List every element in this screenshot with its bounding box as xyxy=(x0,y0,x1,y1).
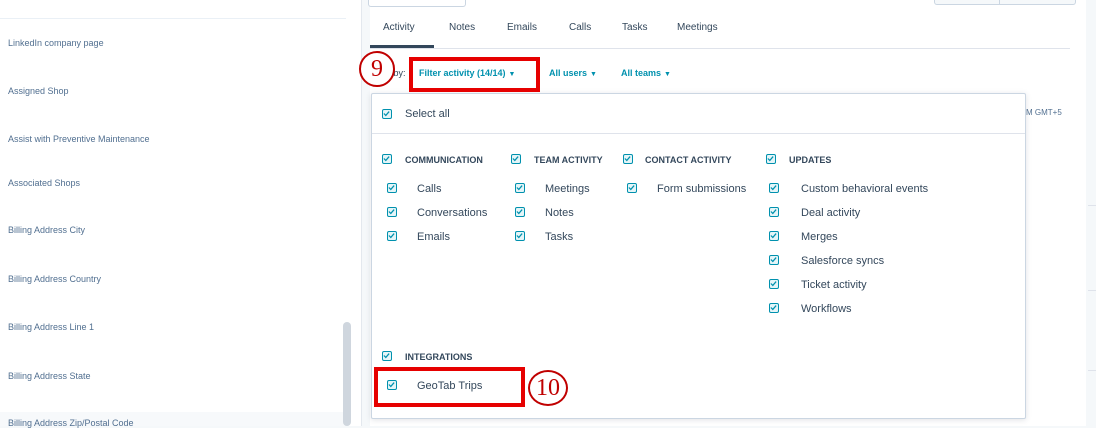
checkbox-tasks[interactable] xyxy=(515,231,525,241)
checkbox-ticket-activity[interactable] xyxy=(769,279,779,289)
checkmark-icon xyxy=(767,156,774,162)
checkbox-custom-behavioral-events[interactable] xyxy=(769,183,779,193)
top-button-group[interactable] xyxy=(934,0,1076,5)
menu-divider xyxy=(372,133,1025,134)
annotation-highlight-filter-activity xyxy=(409,57,540,92)
divider xyxy=(1088,290,1096,291)
checkbox-notes[interactable] xyxy=(515,207,525,217)
button-divider xyxy=(999,0,1000,4)
option-notes[interactable]: Notes xyxy=(545,207,574,219)
divider xyxy=(1088,370,1096,371)
option-deal-activity[interactable]: Deal activity xyxy=(801,207,860,219)
checkmark-icon xyxy=(770,257,777,263)
checkmark-icon xyxy=(770,185,777,191)
property-label: Assist with Preventive Maintenance xyxy=(8,134,150,144)
checkmark-icon xyxy=(624,156,631,162)
checkmark-icon xyxy=(516,209,523,215)
all-teams-label: All teams xyxy=(621,68,662,78)
all-users-label: All users xyxy=(549,68,588,78)
group-label-updates: UPDATES xyxy=(789,155,832,165)
option-calls[interactable]: Calls xyxy=(417,183,441,195)
chevron-down-icon: ▼ xyxy=(664,71,671,78)
group-checkbox-updates[interactable] xyxy=(766,154,776,164)
option-custom-behavioral-events[interactable]: Custom behavioral events xyxy=(801,183,928,195)
activity-tabs: Activity Notes Emails Calls Tasks Meetin… xyxy=(370,18,1070,49)
checkmark-icon xyxy=(388,185,395,191)
divider xyxy=(1088,205,1096,206)
search-input[interactable] xyxy=(368,0,466,7)
group-checkbox-communication[interactable] xyxy=(382,154,392,164)
select-all-label[interactable]: Select all xyxy=(405,108,450,120)
checkbox-meetings[interactable] xyxy=(515,183,525,193)
checkbox-workflows[interactable] xyxy=(769,303,779,313)
checkbox-calls[interactable] xyxy=(387,183,397,193)
checkmark-icon xyxy=(770,233,777,239)
group-label-contact-activity: CONTACT ACTIVITY xyxy=(645,155,732,165)
checkmark-icon xyxy=(516,233,523,239)
property-label: Associated Shops xyxy=(8,178,81,188)
checkmark-icon xyxy=(383,353,390,359)
checkbox-salesforce-syncs[interactable] xyxy=(769,255,779,265)
active-tab-indicator xyxy=(370,45,434,48)
option-merges[interactable]: Merges xyxy=(801,231,838,243)
timestamp-text: M GMT+5 xyxy=(1026,108,1062,117)
checkbox-merges[interactable] xyxy=(769,231,779,241)
checkbox-emails[interactable] xyxy=(387,231,397,241)
checkmark-icon xyxy=(770,281,777,287)
tab-emails[interactable]: Emails xyxy=(507,22,537,33)
checkmark-icon xyxy=(512,156,519,162)
checkmark-icon xyxy=(770,209,777,215)
panel-header-strip xyxy=(0,0,346,19)
checkbox-form-submissions[interactable] xyxy=(627,183,637,193)
property-label: Billing Address Zip/Postal Code xyxy=(8,418,134,428)
option-meetings[interactable]: Meetings xyxy=(545,183,590,195)
checkbox-conversations[interactable] xyxy=(387,207,397,217)
property-label: Assigned Shop xyxy=(8,86,69,96)
option-workflows[interactable]: Workflows xyxy=(801,303,852,315)
property-label: LinkedIn company page xyxy=(8,38,104,48)
panel-scrollbar[interactable] xyxy=(343,322,351,426)
tab-activity[interactable]: Activity xyxy=(383,22,415,33)
group-label-integrations: INTEGRATIONS xyxy=(405,352,473,362)
checkmark-icon xyxy=(516,185,523,191)
group-label-communication: COMMUNICATION xyxy=(405,155,483,165)
option-form-submissions[interactable]: Form submissions xyxy=(657,183,746,195)
tab-calls[interactable]: Calls xyxy=(569,22,591,33)
option-conversations[interactable]: Conversations xyxy=(417,207,487,219)
annotation-step-10: 10 xyxy=(528,370,568,406)
tab-meetings[interactable]: Meetings xyxy=(677,22,718,33)
checkmark-icon xyxy=(628,185,635,191)
properties-panel: LinkedIn company page Assigned Shop Assi… xyxy=(0,0,362,428)
option-tasks[interactable]: Tasks xyxy=(545,231,573,243)
checkmark-icon xyxy=(383,111,390,117)
checkmark-icon xyxy=(388,209,395,215)
tab-notes[interactable]: Notes xyxy=(449,22,475,33)
property-label: Billing Address Country xyxy=(8,274,102,284)
property-label: Billing Address City xyxy=(8,225,86,235)
checkmark-icon xyxy=(388,233,395,239)
property-label: Billing Address Line 1 xyxy=(8,322,95,332)
tab-tasks[interactable]: Tasks xyxy=(622,22,648,33)
option-emails[interactable]: Emails xyxy=(417,231,450,243)
group-checkbox-contact-activity[interactable] xyxy=(623,154,633,164)
all-users-dropdown[interactable]: All users ▼ xyxy=(549,68,597,78)
option-salesforce-syncs[interactable]: Salesforce syncs xyxy=(801,255,884,267)
group-checkbox-integrations[interactable] xyxy=(382,351,392,361)
checkmark-icon xyxy=(383,156,390,162)
group-label-team-activity: TEAM ACTIVITY xyxy=(534,155,603,165)
property-label: Billing Address State xyxy=(8,371,91,381)
all-teams-dropdown[interactable]: All teams ▼ xyxy=(621,68,671,78)
annotation-highlight-geotab-trips xyxy=(374,367,525,407)
checkbox-deal-activity[interactable] xyxy=(769,207,779,217)
annotation-step-9: 9 xyxy=(359,51,395,87)
option-ticket-activity[interactable]: Ticket activity xyxy=(801,279,867,291)
chevron-down-icon: ▼ xyxy=(590,71,597,78)
checkmark-icon xyxy=(770,305,777,311)
select-all-checkbox[interactable] xyxy=(382,109,392,119)
group-checkbox-team-activity[interactable] xyxy=(511,154,521,164)
